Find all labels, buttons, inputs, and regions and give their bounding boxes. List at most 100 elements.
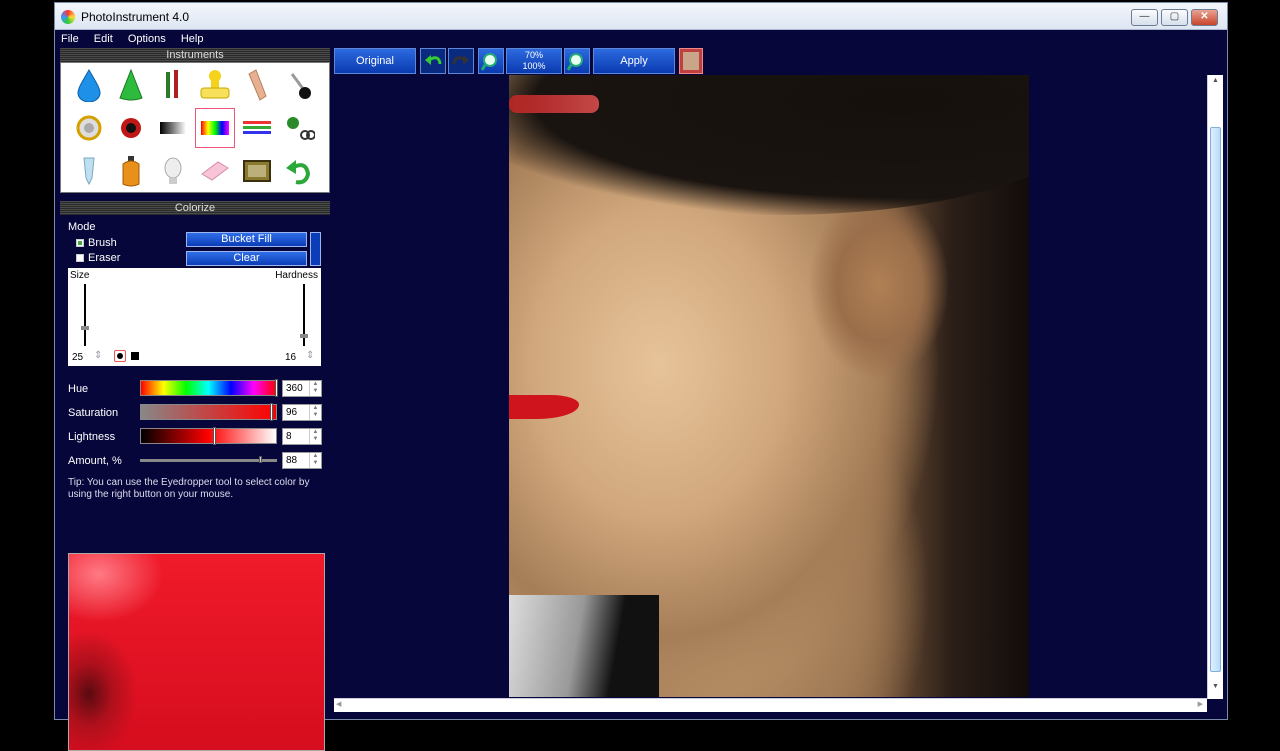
- eraser-option[interactable]: Eraser: [76, 252, 120, 264]
- menu-bar: File Edit Options Help: [55, 30, 1227, 48]
- window-title: PhotoInstrument 4.0: [81, 10, 190, 24]
- eraser-checkbox[interactable]: [76, 254, 84, 262]
- eyebrow-red: [509, 95, 599, 113]
- size-value: 25: [72, 352, 84, 363]
- brushes-tool[interactable]: [153, 65, 193, 105]
- zoom-level[interactable]: 70% 100%: [506, 48, 562, 74]
- zoom-bottom: 100%: [522, 61, 546, 71]
- app-window: PhotoInstrument 4.0 — ▢ ✕ File Edit Opti…: [54, 2, 1228, 751]
- lightness-slider[interactable]: [140, 428, 277, 444]
- saturation-label: Saturation: [68, 407, 119, 419]
- clear-button[interactable]: Clear: [186, 251, 307, 266]
- tattoo-remover-tool[interactable]: [111, 151, 151, 191]
- amount-slider[interactable]: [140, 459, 277, 462]
- lightness-input[interactable]: 8 ▲ ▼: [282, 428, 322, 445]
- hue-input[interactable]: 360 ▲ ▼: [282, 380, 322, 397]
- size-label: Size: [70, 270, 90, 281]
- stamp-tool[interactable]: [195, 65, 235, 105]
- lips-red: [509, 395, 579, 419]
- zoom-out-icon[interactable]: [564, 48, 590, 74]
- saturation-slider[interactable]: [140, 404, 277, 420]
- title-bar: PhotoInstrument 4.0 — ▢ ✕: [55, 3, 1227, 30]
- colorize-tool[interactable]: [195, 108, 235, 148]
- smudge-tool[interactable]: [237, 65, 277, 105]
- liquify-tool[interactable]: [279, 65, 319, 105]
- main-toolbar: Original 70% 100% Apply: [334, 48, 1226, 75]
- clone-cut-tool[interactable]: [279, 108, 319, 148]
- saturation-thumb[interactable]: [270, 403, 273, 421]
- menu-help[interactable]: Help: [175, 30, 210, 45]
- photo[interactable]: [509, 75, 1029, 697]
- amount-input[interactable]: 88 ▲ ▼: [282, 452, 322, 469]
- app-icon: [61, 10, 75, 24]
- size-spin-icon[interactable]: ⇕: [94, 350, 102, 361]
- eraser-tool[interactable]: [195, 151, 235, 191]
- round-brush-icon[interactable]: [114, 350, 126, 362]
- bucket-fill-button[interactable]: Bucket Fill: [186, 232, 307, 247]
- minimize-button[interactable]: —: [1131, 9, 1158, 26]
- colorize-panel: Colorize Mode Brush Eraser Bucket Fill C…: [60, 201, 330, 751]
- amount-thumb[interactable]: [259, 456, 262, 463]
- undo-button[interactable]: [420, 48, 446, 74]
- maximize-button[interactable]: ▢: [1161, 9, 1188, 26]
- panel-toggle-button[interactable]: [310, 232, 321, 266]
- lightness-thumb[interactable]: [213, 427, 216, 445]
- amount-spin-arrows[interactable]: ▲ ▼: [309, 453, 321, 468]
- scroll-left-icon[interactable]: ◀: [336, 700, 341, 708]
- hardness-slider-thumb[interactable]: [300, 334, 308, 338]
- color-lines-tool[interactable]: [237, 108, 277, 148]
- lamp-tool[interactable]: [153, 151, 193, 191]
- brush-settings-box: Size Hardness 25 ⇕ 16 ⇕: [68, 268, 321, 366]
- size-slider[interactable]: [84, 284, 86, 346]
- scroll-right-icon[interactable]: ▶: [1198, 700, 1203, 708]
- vertical-scroll-thumb[interactable]: [1210, 127, 1221, 672]
- zoom-in-icon[interactable]: [478, 48, 504, 74]
- instruments-palette: [60, 62, 330, 193]
- scroll-down-icon[interactable]: ▼: [1210, 683, 1221, 695]
- hardness-value: 16: [285, 352, 297, 363]
- horizontal-scrollbar[interactable]: ◀ ▶: [334, 698, 1207, 712]
- texture-tool[interactable]: [237, 151, 277, 191]
- lightness-value: 8: [286, 431, 292, 442]
- close-button[interactable]: ✕: [1191, 9, 1218, 26]
- hue-label: Hue: [68, 383, 89, 395]
- amount-label: Amount, %: [68, 455, 122, 467]
- scroll-up-icon[interactable]: ▲: [1210, 77, 1221, 89]
- lightness-spin-arrows[interactable]: ▲ ▼: [309, 429, 321, 444]
- left-panel: Instruments Colorize Mode Brush Eraser B…: [60, 48, 330, 751]
- hardness-spin-icon[interactable]: ⇕: [306, 350, 314, 361]
- saturation-input[interactable]: 96 ▲ ▼: [282, 404, 322, 421]
- saturation-spin-arrows[interactable]: ▲ ▼: [309, 405, 321, 420]
- brush-checkbox[interactable]: [76, 239, 84, 247]
- gradient-tool[interactable]: [153, 108, 193, 148]
- hue-thumb[interactable]: [275, 379, 278, 397]
- undo-tool[interactable]: [279, 151, 319, 191]
- image-canvas[interactable]: [334, 75, 1207, 699]
- blemish-drop-tool[interactable]: [69, 65, 109, 105]
- mole-remover-tool[interactable]: [69, 151, 109, 191]
- face-beauty-tool[interactable]: [69, 108, 109, 148]
- instruments-header: Instruments: [60, 48, 330, 62]
- lightness-label: Lightness: [68, 431, 116, 443]
- colorize-header: Colorize: [60, 201, 330, 215]
- menu-edit[interactable]: Edit: [88, 30, 119, 45]
- thumbnail-button[interactable]: [679, 48, 703, 74]
- menu-file[interactable]: File: [55, 30, 85, 45]
- size-slider-thumb[interactable]: [81, 326, 89, 330]
- cone-tool[interactable]: [111, 65, 151, 105]
- mode-label: Mode: [68, 221, 96, 233]
- red-eye-tool[interactable]: [111, 108, 151, 148]
- redo-button[interactable]: [448, 48, 474, 74]
- eraser-label: Eraser: [88, 252, 121, 264]
- original-button[interactable]: Original: [334, 48, 416, 74]
- square-brush-icon[interactable]: [131, 352, 139, 360]
- brush-option[interactable]: Brush: [76, 237, 117, 249]
- hue-slider[interactable]: [140, 380, 277, 396]
- hue-spin-arrows[interactable]: ▲ ▼: [309, 381, 321, 396]
- vertical-scrollbar[interactable]: ▲ ▼: [1207, 75, 1223, 699]
- hue-value: 360: [286, 383, 303, 394]
- saturation-value: 96: [286, 407, 298, 418]
- tip-text: Tip: You can use the Eyedropper tool to …: [68, 477, 310, 500]
- menu-options[interactable]: Options: [122, 30, 172, 45]
- apply-button[interactable]: Apply: [593, 48, 675, 74]
